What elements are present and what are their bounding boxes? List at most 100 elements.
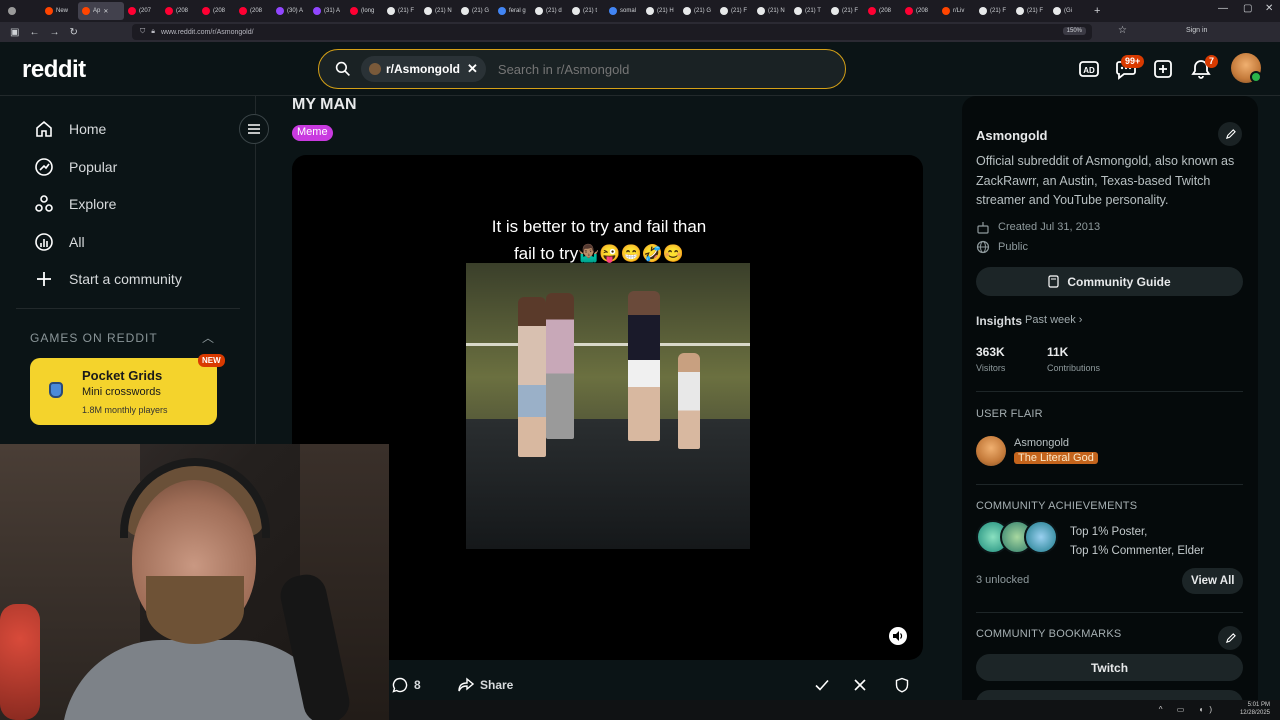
browser-tab[interactable]: feral g	[494, 2, 531, 20]
browser-tab[interactable]: (207	[124, 2, 161, 20]
browser-tab[interactable]	[4, 2, 41, 20]
reddit-header: reddit r/Asmongold ✕ AD 99+ 7	[0, 42, 1280, 96]
advertise-icon[interactable]: AD	[1078, 58, 1100, 80]
reload-icon[interactable]: ↻	[69, 27, 77, 38]
tab-favicon-icon	[239, 7, 247, 15]
share-button[interactable]: Share	[458, 671, 513, 699]
post-flair[interactable]: Meme	[292, 125, 333, 141]
edit-bookmarks-button[interactable]	[1218, 626, 1242, 650]
ground	[466, 419, 750, 549]
sidebar-toggle-icon[interactable]: ▣	[10, 27, 19, 38]
comments-button[interactable]: 8	[392, 671, 421, 699]
zoom-level[interactable]: 150%	[1062, 27, 1086, 35]
tab-favicon-icon	[831, 7, 839, 15]
browser-tab[interactable]: (21) N	[753, 2, 790, 20]
subreddit-search-chip[interactable]: r/Asmongold ✕	[361, 56, 486, 82]
video-caption: It is better to try and fail than fail t…	[292, 213, 906, 267]
tab-favicon-icon	[276, 7, 284, 15]
contributions-stat: 11K Contributions	[1047, 345, 1100, 373]
back-icon[interactable]: ←	[29, 27, 39, 38]
browser-tab[interactable]: (208	[161, 2, 198, 20]
browser-tab[interactable]: (Gi	[1049, 2, 1086, 20]
sign-in-button[interactable]: Sign in	[1186, 27, 1207, 34]
browser-tab[interactable]: (208	[901, 2, 938, 20]
clock-time: 5:01 PM	[1247, 702, 1270, 708]
browser-tab[interactable]: (21) T	[790, 2, 827, 20]
tab-label: (21) F	[1027, 8, 1044, 14]
browser-tab[interactable]: (208	[198, 2, 235, 20]
close-icon[interactable]: ✕	[467, 61, 478, 77]
tab-label: (208	[250, 8, 263, 14]
game-card-pocket-grids[interactable]: Pocket Grids Mini crosswords 1.8M monthl…	[30, 354, 225, 425]
browser-tab[interactable]: (21) H	[642, 2, 679, 20]
game-title: Pocket Grids	[82, 368, 163, 383]
browser-tab[interactable]: (208	[864, 2, 901, 20]
browser-tab[interactable]: (208	[235, 2, 272, 20]
browser-tab[interactable]: (30) A	[272, 2, 309, 20]
browser-tab[interactable]: (21) G	[679, 2, 716, 20]
browser-tab[interactable]: r/Liv	[938, 2, 975, 20]
sidebar-item-all[interactable]: All	[34, 232, 85, 252]
post-title[interactable]: MY MAN	[292, 96, 357, 114]
sidebar-item-start-community[interactable]: Start a community	[34, 269, 182, 289]
person-figure	[546, 293, 574, 439]
close-tab-icon[interactable]: ✕	[103, 8, 108, 15]
shield-icon: ⛉	[140, 28, 146, 35]
search-input[interactable]	[497, 61, 798, 77]
tab-favicon-icon	[757, 7, 765, 15]
new-tab-icon[interactable]: +	[1094, 5, 1100, 17]
mod-shield-button[interactable]	[894, 671, 910, 699]
sidebar-item-label: Start a community	[69, 271, 182, 287]
community-description: Official subreddit of Asmongold, also kn…	[976, 154, 1235, 207]
browser-tab[interactable]: (21) N	[420, 2, 457, 20]
browser-tab[interactable]: Ap ✕	[78, 2, 124, 20]
achievement-badge-icon[interactable]	[1024, 520, 1058, 554]
person-figure	[518, 297, 546, 457]
maximize-window-icon[interactable]: ▢	[1243, 3, 1252, 14]
browser-tab[interactable]: (21) d	[531, 2, 568, 20]
sidebar-item-popular[interactable]: Popular	[34, 157, 117, 177]
chevron-up-icon[interactable]: ︿	[202, 329, 214, 346]
browser-tab[interactable]: (21) F	[716, 2, 753, 20]
user-flair-tag[interactable]: The Literal God	[1014, 452, 1098, 464]
games-section-header[interactable]: GAMES ON REDDIT	[30, 331, 158, 345]
minimize-window-icon[interactable]: —	[1218, 3, 1228, 14]
nav-collapse-button[interactable]	[239, 114, 269, 144]
browser-tab[interactable]: (21) F	[1012, 2, 1049, 20]
clock-date: 12/28/2025	[1239, 710, 1270, 716]
user-avatar[interactable]	[1231, 53, 1262, 83]
child-figure	[678, 353, 700, 449]
bookmark-star-icon[interactable]: ☆	[1118, 25, 1127, 36]
reddit-logo[interactable]: reddit	[22, 56, 86, 84]
browser-tab[interactable]: (21) F	[827, 2, 864, 20]
approve-button[interactable]	[814, 671, 830, 699]
browser-tab[interactable]: (21) t	[568, 2, 605, 20]
browser-tab[interactable]: (21) G	[457, 2, 494, 20]
volume-icon[interactable]	[889, 627, 907, 645]
create-post-icon[interactable]	[1152, 58, 1174, 80]
bookmark-twitch-button[interactable]: Twitch	[976, 654, 1243, 681]
sidebar-item-explore[interactable]: Explore	[34, 194, 116, 214]
browser-tab-bar: New Ap ✕ (207 (208 (208 (208 (30) A (31) A (long(…	[0, 0, 1280, 22]
taskbar-clock[interactable]: 5:01 PM 12/28/2025	[1240, 701, 1270, 717]
browser-tab[interactable]: somal	[605, 2, 642, 20]
view-all-achievements-button[interactable]: View All	[1182, 568, 1244, 594]
browser-tab[interactable]: (long	[346, 2, 383, 20]
video-frame	[466, 263, 750, 549]
url-text: www.reddit.com/r/Asmongold/	[160, 28, 254, 36]
edit-community-button[interactable]	[1218, 122, 1242, 146]
insights-period-dropdown[interactable]: Past week ›	[1025, 314, 1082, 326]
browser-tab[interactable]: (21) F	[975, 2, 1012, 20]
remove-button[interactable]	[852, 671, 868, 699]
url-field[interactable]: ⛉ 🔒︎ www.reddit.com/r/Asmongold/ 150%	[132, 24, 1092, 40]
browser-tab[interactable]: New	[41, 2, 78, 20]
sidebar-item-home[interactable]: Home	[34, 119, 106, 139]
tab-label: (21) N	[768, 8, 785, 14]
system-tray-icons[interactable]: ^ ▭ ◖)	[1159, 705, 1218, 714]
close-window-icon[interactable]: ✕	[1265, 3, 1273, 14]
forward-icon[interactable]: →	[49, 27, 59, 38]
search-bar[interactable]: r/Asmongold ✕	[318, 49, 846, 89]
community-guide-button[interactable]: Community Guide	[976, 267, 1243, 296]
browser-tab[interactable]: (31) A	[309, 2, 346, 20]
browser-tab[interactable]: (21) F	[383, 2, 420, 20]
